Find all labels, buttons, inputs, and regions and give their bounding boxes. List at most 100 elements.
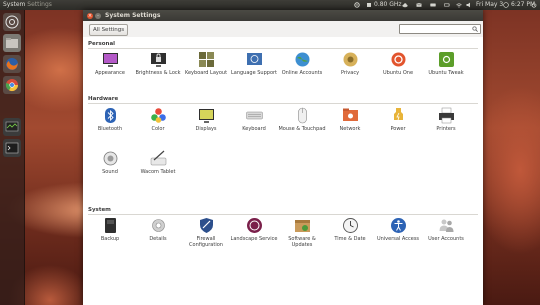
keyboard-layout-icon: [198, 52, 214, 67]
item-online-accounts[interactable]: Online Accounts: [278, 51, 326, 76]
sound-icon: [103, 151, 117, 166]
item-software-updates[interactable]: Software & Updates: [278, 217, 326, 248]
item-firewall-configuration[interactable]: Firewall Configuration: [182, 217, 230, 248]
ubuntu-one-icon: [391, 52, 405, 67]
section-divider: [88, 48, 478, 49]
close-icon: ×: [87, 12, 93, 19]
clock-indicator[interactable]: Fri May 3: [476, 0, 503, 10]
minimize-button[interactable]: –: [95, 12, 101, 19]
search-input[interactable]: [399, 24, 481, 34]
language-support-icon: [246, 53, 262, 65]
appearance-icon: [102, 53, 118, 67]
landscape-icon: [246, 218, 262, 233]
item-power[interactable]: Power: [374, 107, 422, 132]
chromium-icon: [5, 79, 18, 92]
power-icon: [393, 108, 403, 121]
displays-icon: [198, 109, 214, 123]
files-icon: [6, 38, 18, 48]
item-language-support[interactable]: Language Support: [230, 51, 278, 76]
item-displays[interactable]: Displays: [182, 107, 230, 132]
wifi-indicator[interactable]: [456, 0, 462, 10]
window-title: System Settings: [105, 12, 161, 19]
dash-home-icon: [5, 15, 19, 29]
launcher-terminal[interactable]: [3, 139, 21, 157]
battery-indicator[interactable]: [444, 0, 450, 10]
item-ubuntu-one[interactable]: Ubuntu One: [374, 51, 422, 76]
keyboard-indicator[interactable]: [430, 0, 436, 10]
envelope-icon: [416, 3, 422, 7]
item-universal-access[interactable]: Universal Access: [374, 217, 422, 242]
universal-access-icon: [390, 218, 406, 233]
battery-icon: [444, 3, 450, 7]
keyboard-small-icon: [430, 3, 436, 7]
session-indicator[interactable]: [531, 0, 537, 10]
privacy-icon: [343, 52, 357, 67]
item-ubuntu-tweak[interactable]: Ubuntu Tweak: [422, 51, 470, 76]
item-color[interactable]: Color: [134, 107, 182, 132]
item-time-date[interactable]: Time & Date: [326, 217, 374, 242]
section-title-system: System: [88, 207, 111, 213]
online-accounts-icon: [295, 52, 309, 67]
item-wacom-tablet[interactable]: Wacom Tablet: [134, 150, 182, 175]
top-panel: System Settings 0.80 GHz Fri May 3 6:27 …: [0, 0, 540, 10]
settings-indicator[interactable]: [354, 0, 360, 10]
item-sound[interactable]: Sound: [86, 150, 134, 175]
minimize-icon: –: [96, 12, 100, 19]
item-details[interactable]: Details: [134, 217, 182, 242]
keyboard-icon: [245, 111, 263, 120]
window-titlebar[interactable]: × – System Settings: [83, 10, 483, 21]
section-title-personal: Personal: [88, 41, 116, 47]
backup-icon: [104, 218, 116, 233]
wifi-icon: [456, 3, 462, 8]
user-accounts-icon: [439, 219, 453, 232]
section-title-hardware: Hardware: [88, 96, 119, 102]
printers-icon: [438, 107, 454, 124]
ubuntu-tweak-icon: [438, 52, 454, 67]
launcher-firefox[interactable]: [3, 55, 21, 73]
item-keyboard-layout[interactable]: Keyboard Layout: [182, 51, 230, 76]
messaging-indicator[interactable]: [416, 0, 422, 10]
search-icon: [472, 26, 478, 32]
active-app-title: System Settings: [3, 1, 52, 8]
launcher-chromium[interactable]: [3, 76, 21, 94]
close-button[interactable]: ×: [87, 12, 93, 19]
launcher-files[interactable]: [3, 34, 21, 52]
item-appearance[interactable]: Appearance: [86, 51, 134, 76]
cloud-indicator[interactable]: [402, 0, 408, 10]
item-backup[interactable]: Backup: [86, 217, 134, 242]
item-brightness-lock[interactable]: Brightness & Lock: [134, 51, 182, 76]
speaker-icon: [466, 2, 470, 8]
item-landscape-service[interactable]: Landscape Service: [230, 217, 278, 242]
section-divider: [88, 214, 478, 215]
item-printers[interactable]: Printers: [422, 107, 470, 132]
details-icon: [151, 219, 165, 232]
item-bluetooth[interactable]: Bluetooth: [86, 107, 134, 132]
clock-icon: [503, 2, 509, 8]
launcher-system-monitor[interactable]: [3, 118, 21, 136]
section-divider: [88, 103, 478, 104]
item-user-accounts[interactable]: User Accounts: [422, 217, 470, 242]
item-network[interactable]: Network: [326, 107, 374, 132]
system-monitor-icon: [5, 121, 19, 132]
software-updates-icon: [294, 220, 310, 232]
item-privacy[interactable]: Privacy: [326, 51, 374, 76]
cpu-icon: [367, 3, 371, 7]
wacom-tablet-icon: [150, 150, 166, 166]
all-settings-button[interactable]: All Settings: [89, 24, 129, 36]
network-icon: [342, 108, 358, 121]
terminal-icon: [5, 142, 19, 154]
cpu-frequency-indicator[interactable]: 0.80 GHz: [366, 0, 402, 10]
gear-icon: [354, 2, 360, 8]
volume-indicator[interactable]: [466, 0, 472, 10]
system-settings-window: × – System Settings All Settings Persona…: [83, 10, 483, 305]
firefox-icon: [6, 58, 18, 70]
item-mouse-touchpad[interactable]: Mouse & Touchpad: [278, 107, 326, 132]
settings-panel: Personal Appearance Brightness & Lock Ke…: [83, 37, 483, 305]
item-keyboard[interactable]: Keyboard: [230, 107, 278, 132]
firewall-icon: [199, 218, 213, 233]
launcher-dash-home[interactable]: [3, 13, 21, 31]
power-small-icon: [531, 2, 537, 8]
color-icon: [150, 108, 166, 123]
brightness-lock-icon: [150, 53, 166, 67]
cloud-icon: [402, 3, 408, 8]
